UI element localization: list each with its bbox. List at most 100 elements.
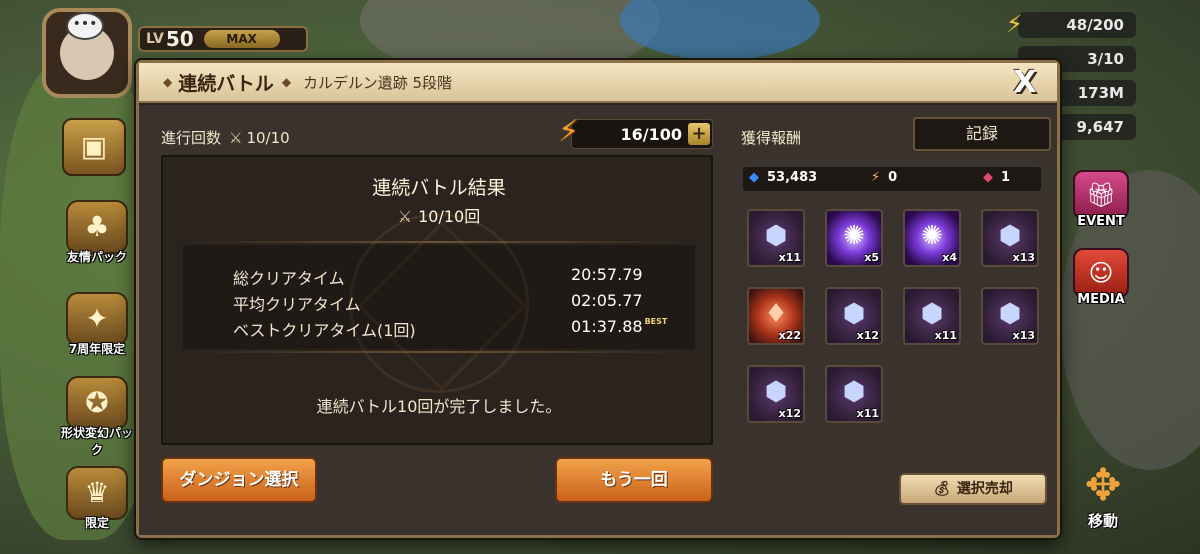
dungeon-select-button[interactable]: ダンジョン選択 — [161, 457, 317, 503]
level-label: LV — [146, 31, 164, 47]
move-button[interactable]: ✥ 移動 — [1070, 462, 1136, 532]
item-count: x13 — [1012, 251, 1035, 264]
item-count: x13 — [1012, 329, 1035, 342]
media-label: MEDIA — [1077, 292, 1125, 307]
reward-item-crystal[interactable]: ♦ x22 — [747, 287, 805, 345]
table-row: 平均クリアタイム 02:05.77 — [233, 291, 673, 315]
side-item-limited[interactable]: ♛ 限定 — [56, 466, 138, 531]
level-bar: LV 50 MAX — [138, 26, 308, 52]
modal-subtitle: カルデルン遺跡 5段階 — [303, 73, 453, 92]
media-button[interactable]: ☺ MEDIA — [1066, 248, 1136, 307]
rewards-label: 獲得報酬 — [741, 129, 802, 147]
treasure-icon: ♛ — [66, 466, 128, 520]
row-label: 総クリアタイム — [233, 269, 345, 288]
energy-value: 16/100 — [620, 124, 682, 144]
move-arrows-icon: ✥ — [1084, 460, 1122, 511]
chest-icon[interactable]: ▣ — [62, 118, 126, 176]
progress-value: 10/10 — [246, 129, 290, 147]
close-button[interactable]: X — [1007, 65, 1043, 101]
best-badge: BEST — [644, 317, 668, 326]
crossed-swords-icon: ⚔ — [397, 207, 413, 226]
side-item-label: 7周年限定 — [68, 342, 126, 356]
crossed-swords-icon: ⚔ — [229, 129, 243, 147]
tv-icon: ☺ — [1073, 248, 1129, 298]
reward-item-rune[interactable]: ⬢ x12 — [825, 287, 883, 345]
side-item-friendship-pack[interactable]: ♣ 友情パック — [56, 200, 138, 265]
side-item-label: 友情パック — [66, 250, 127, 264]
reward-item-rune[interactable]: ⬢ x11 — [747, 209, 805, 267]
move-label: 移動 — [1087, 512, 1118, 530]
row-value-best: 01:37.88 BEST — [571, 317, 667, 336]
side-item-anniversary[interactable]: ✦ 7周年限定 — [56, 292, 138, 357]
energy-resource-value: 48/200 — [1066, 16, 1124, 34]
table-row: 総クリアタイム 20:57.79 — [233, 265, 673, 289]
reward-summary: ◆ 53,483 ⚡ 0 ◆ 1 — [743, 167, 1041, 191]
crystal-value: 9,647 — [1076, 118, 1124, 136]
reward-item-orb[interactable]: ✺ x5 — [825, 209, 883, 267]
reward-crystal-value: 53,483 — [767, 170, 818, 185]
energy-bolt-icon: ⚡ — [1006, 10, 1023, 38]
reward-item-rune[interactable]: ⬢ x13 — [981, 209, 1039, 267]
row-label: 平均クリアタイム — [233, 295, 361, 314]
result-panel: 連続バトル結果 ⚔ 10/10回 総クリアタイム 20:57.79 平均クリアタイ… — [161, 155, 713, 445]
reward-item-rune[interactable]: ⬢ x11 — [903, 287, 961, 345]
money-bag-icon: 💰︎ — [933, 481, 951, 497]
item-count: x11 — [934, 329, 957, 342]
energy-add-button[interactable]: + — [688, 123, 710, 145]
reward-item-rune[interactable]: ⬢ x11 — [825, 365, 883, 423]
modal-header: ◆ 連続バトル ◆ カルデルン遺跡 5段階 X — [139, 63, 1057, 103]
ruby-icon: ◆ — [983, 170, 993, 185]
replay-button[interactable]: もう一回 — [555, 457, 713, 503]
item-count: x12 — [856, 329, 879, 342]
reward-energy-value: 0 — [888, 170, 898, 185]
energy-bar: ⚡ 16/100 + — [558, 114, 713, 149]
sell-selected-button[interactable]: 💰︎ 選択売却 — [899, 473, 1047, 505]
gift-box-icon: 🎁︎ — [1073, 170, 1129, 220]
result-count-value: 10/10回 — [418, 207, 481, 226]
clear-time-table: 総クリアタイム 20:57.79 平均クリアタイム 02:05.77 ベストクリ… — [183, 245, 695, 349]
diamond-icon: ◆ — [281, 75, 292, 89]
divider — [183, 241, 695, 243]
reward-item-orb[interactable]: ✺ x4 — [903, 209, 961, 267]
row-value: 01:37.88 — [571, 317, 643, 336]
side-item-shape-pack[interactable]: ✪ 形状変幻パック — [56, 376, 138, 458]
reward-item-rune[interactable]: ⬢ x12 — [747, 365, 805, 423]
gift-icon: ✦ — [66, 292, 128, 346]
emblem-icon: ✪ — [66, 376, 128, 430]
reward-crystal: ◆ 53,483 — [749, 170, 817, 185]
energy-bolt-icon: ⚡ — [558, 114, 580, 149]
crystal-icon: ◆ — [749, 170, 759, 185]
reward-ruby: ◆ 1 — [983, 170, 1010, 185]
item-count: x5 — [864, 251, 879, 264]
item-count: x11 — [856, 407, 879, 420]
side-item-label: 形状変幻パック — [60, 426, 133, 457]
energy-resource[interactable]: ⚡ 48/200 — [1006, 10, 1136, 38]
sell-label: 選択売却 — [956, 481, 1013, 497]
result-title: 連続バトル結果 — [372, 177, 506, 199]
item-count: x11 — [778, 251, 801, 264]
item-count: x4 — [942, 251, 957, 264]
divider — [183, 351, 695, 353]
row-label: ベストクリアタイム(1回) — [233, 321, 416, 340]
chat-icon[interactable]: ••• — [66, 12, 104, 40]
event-label: EVENT — [1077, 214, 1125, 229]
completion-message: 連続バトル10回が完了しました。 — [316, 397, 562, 416]
reward-item-rune[interactable]: ⬢ x13 — [981, 287, 1039, 345]
diamond-icon: ◆ — [163, 75, 173, 89]
progress-row: 進行回数 ⚔ 10/10 — [161, 127, 290, 148]
result-count: ⚔ 10/10回 — [163, 203, 715, 227]
level-max-badge: MAX — [203, 30, 280, 48]
reward-energy: ⚡ 0 — [871, 170, 897, 185]
table-row: ベストクリアタイム(1回) 01:37.88 BEST — [233, 317, 673, 341]
event-button[interactable]: 🎁︎ EVENT — [1066, 170, 1136, 229]
energy-bolt-icon: ⚡ — [871, 170, 881, 185]
side-item-label: 限定 — [84, 516, 109, 530]
row-value: 20:57.79 — [571, 265, 643, 284]
auto-battle-modal: ◆ 連続バトル ◆ カルデルン遺跡 5段階 X 進行回数 ⚔ 10/10 ⚡ 16/… — [136, 60, 1060, 538]
record-button[interactable]: 記録 — [913, 117, 1051, 151]
clover-icon: ♣ — [66, 200, 128, 254]
item-count: x12 — [778, 407, 801, 420]
level-value: 50 — [165, 27, 194, 51]
row-value: 02:05.77 — [571, 291, 643, 310]
modal-title: 連続バトル — [178, 72, 274, 95]
